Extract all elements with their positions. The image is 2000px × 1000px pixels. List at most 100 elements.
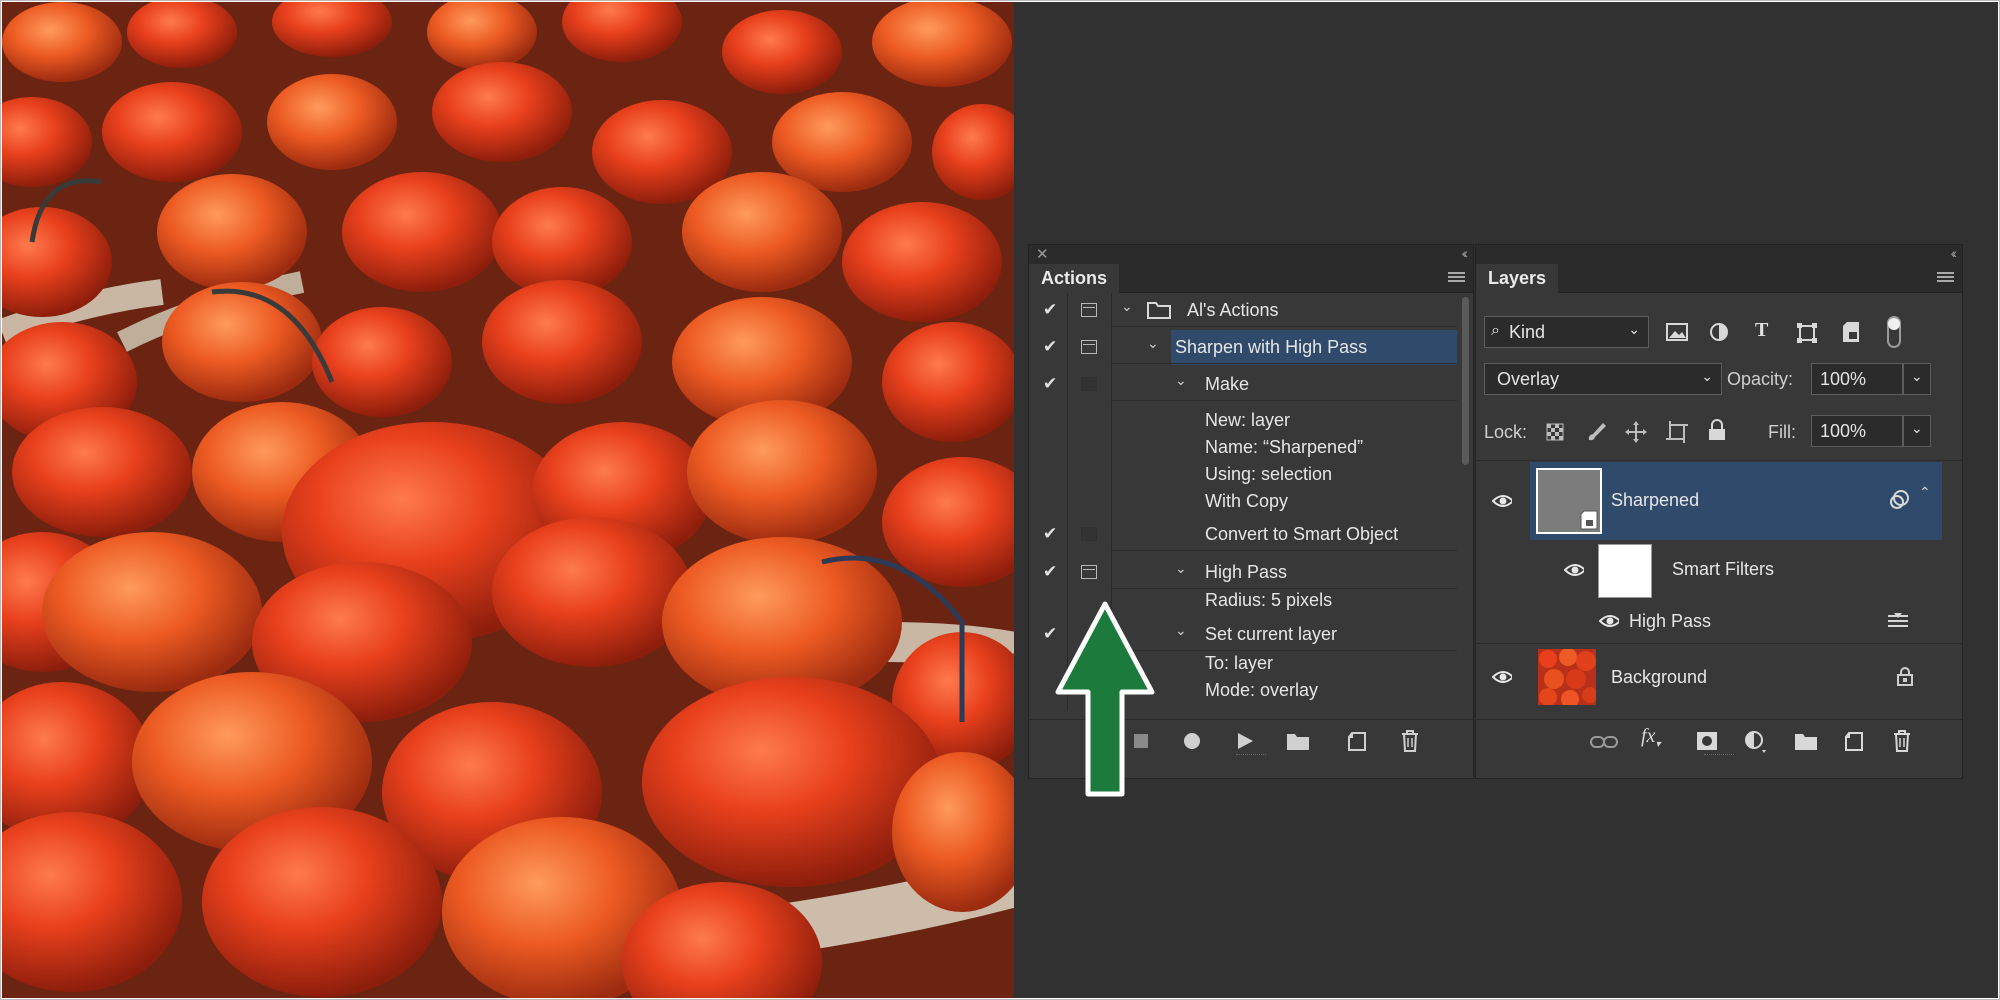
action-row[interactable]: Name: “Sharpened” — [1029, 433, 1457, 460]
layer-row-high-pass[interactable]: High Pass — [1476, 605, 1962, 637]
fill-dropdown[interactable]: ⌄ — [1903, 415, 1931, 447]
trash-icon[interactable] — [1400, 729, 1420, 753]
action-label: Set current layer — [1205, 624, 1338, 644]
new-layer-icon[interactable] — [1844, 730, 1864, 752]
play-icon[interactable] — [1236, 732, 1254, 750]
chevron-down-icon[interactable]: ⌄ — [1147, 335, 1159, 352]
tomato — [682, 172, 842, 292]
tomato — [2, 2, 122, 82]
tab-actions[interactable]: Actions — [1029, 264, 1120, 293]
scroll-thumb[interactable] — [1462, 297, 1469, 465]
resize-grip[interactable] — [1704, 754, 1734, 758]
folder-icon[interactable] — [1286, 731, 1310, 751]
image-filter-icon[interactable] — [1666, 323, 1688, 341]
layer-row-background[interactable]: Background — [1476, 645, 1962, 709]
opacity-field[interactable]: 100% — [1811, 363, 1903, 395]
tomato — [342, 172, 502, 292]
record-icon[interactable] — [1183, 732, 1201, 750]
chevron-up-icon[interactable]: ⌃ — [1919, 484, 1931, 501]
fx-icon[interactable]: fx▾ — [1641, 725, 1660, 750]
lock-position-icon[interactable] — [1624, 420, 1648, 444]
lock-transparent-icon[interactable] — [1546, 423, 1564, 441]
shape-filter-icon[interactable] — [1796, 322, 1818, 344]
action-label: Mode: overlay — [1205, 680, 1319, 700]
toggle-checkmark-icon[interactable]: ✔ — [1043, 374, 1057, 394]
toggle-checkmark-icon[interactable]: ✔ — [1043, 524, 1057, 544]
dialog-toggle-icon[interactable] — [1081, 340, 1097, 354]
trash-icon[interactable] — [1892, 729, 1912, 753]
toggle-checkmark-icon[interactable]: ✔ — [1043, 562, 1057, 582]
action-row[interactable]: ✔ ⌄ Sharpen with High Pass — [1029, 330, 1457, 365]
resize-grip[interactable] — [1236, 754, 1266, 758]
chevron-down-icon[interactable]: ⌄ — [1175, 560, 1187, 577]
tomatoes-photo — [2, 2, 1014, 998]
chevron-down-icon[interactable]: ⌄ — [1121, 298, 1133, 315]
smart-object-badge-icon — [1580, 510, 1598, 530]
dialog-toggle-icon[interactable] — [1081, 565, 1097, 579]
toggle-checkmark-icon[interactable]: ✔ — [1043, 300, 1057, 320]
annotation-arrow — [1055, 601, 1155, 797]
kind-filter-select[interactable]: ⌕ Kind ⌄ — [1484, 316, 1649, 348]
row-divider — [1111, 326, 1457, 327]
fill-field[interactable]: 100% — [1811, 415, 1903, 447]
collapse-icon[interactable]: ‹‹ — [1951, 245, 1958, 261]
eye-icon[interactable] — [1564, 563, 1584, 577]
layer-name[interactable]: Smart Filters — [1672, 559, 1774, 580]
dialog-toggle-empty[interactable] — [1081, 377, 1097, 391]
panel-header-strip: ‹‹ — [1476, 245, 1962, 264]
group-folder-icon[interactable] — [1794, 731, 1818, 751]
layer-row-smart-filters[interactable]: Smart Filters — [1476, 542, 1962, 598]
chevron-down-icon[interactable]: ⌄ — [1175, 622, 1187, 639]
dialog-toggle-empty[interactable] — [1081, 527, 1097, 541]
layer-thumbnail — [1536, 468, 1602, 534]
eye-icon[interactable] — [1492, 670, 1512, 684]
dialog-toggle-icon[interactable] — [1081, 303, 1097, 317]
filter-blending-options-icon[interactable] — [1887, 613, 1909, 629]
lock-all-icon[interactable] — [1708, 419, 1726, 441]
tomato — [267, 74, 397, 170]
action-row[interactable]: Using: selection — [1029, 460, 1457, 487]
action-row[interactable]: ✔ ⌄ Make — [1029, 367, 1457, 401]
tomato — [842, 202, 1002, 322]
layer-name[interactable]: Sharpened — [1611, 490, 1699, 511]
mask-icon[interactable] — [1696, 731, 1718, 751]
collapse-icon[interactable]: ‹‹ — [1462, 245, 1469, 261]
adjustment-filter-icon[interactable] — [1709, 322, 1729, 342]
lock-pixels-icon[interactable] — [1586, 420, 1608, 442]
panel-menu-icon[interactable] — [1448, 272, 1465, 284]
action-row[interactable]: ✔ ⌄ Al's Actions — [1029, 293, 1457, 327]
filter-toggle-icon[interactable] — [1886, 315, 1902, 349]
new-action-icon[interactable] — [1347, 730, 1367, 752]
smart-filters-badge-icon[interactable] — [1889, 490, 1911, 510]
action-row[interactable]: With Copy — [1029, 487, 1457, 514]
layer-thumbnail — [1538, 649, 1596, 705]
lock-icon — [1897, 667, 1913, 686]
layer-row-sharpened[interactable]: Sharpened ⌃ — [1476, 462, 1962, 540]
smart-object-filter-icon[interactable] — [1842, 321, 1860, 343]
tomato — [482, 280, 642, 404]
toggle-checkmark-icon[interactable]: ✔ — [1043, 337, 1057, 357]
action-label: Al's Actions — [1187, 300, 1279, 320]
tab-layers[interactable]: Layers — [1476, 264, 1559, 293]
type-filter-icon[interactable]: T — [1755, 319, 1768, 342]
eye-icon[interactable] — [1599, 614, 1619, 628]
chevron-down-icon[interactable]: ⌄ — [1175, 372, 1187, 389]
adjustment-icon[interactable] — [1744, 730, 1768, 754]
actions-tab-bar: Actions — [1029, 264, 1473, 293]
lock-artboard-icon[interactable] — [1665, 420, 1689, 444]
link-icon[interactable] — [1590, 735, 1618, 749]
action-label: New: layer — [1205, 410, 1291, 430]
blend-mode-select[interactable]: Overlay ⌄ — [1484, 363, 1722, 395]
layer-name[interactable]: Background — [1611, 667, 1707, 688]
action-row[interactable]: ✔ Convert to Smart Object — [1029, 517, 1457, 551]
layer-name[interactable]: High Pass — [1629, 611, 1711, 632]
opacity-dropdown[interactable]: ⌄ — [1903, 363, 1931, 395]
action-row[interactable]: New: layer — [1029, 406, 1457, 433]
chevron-down-icon: ⌄ — [1701, 368, 1713, 384]
panel-menu-icon[interactable] — [1937, 272, 1954, 284]
eye-icon[interactable] — [1492, 494, 1512, 508]
action-row[interactable]: ✔ ⌄ High Pass — [1029, 555, 1457, 589]
actions-scrollbar[interactable] — [1457, 293, 1473, 711]
close-icon[interactable]: ✕ — [1036, 245, 1049, 263]
panel-header-strip: ✕ ‹‹ — [1029, 245, 1473, 264]
